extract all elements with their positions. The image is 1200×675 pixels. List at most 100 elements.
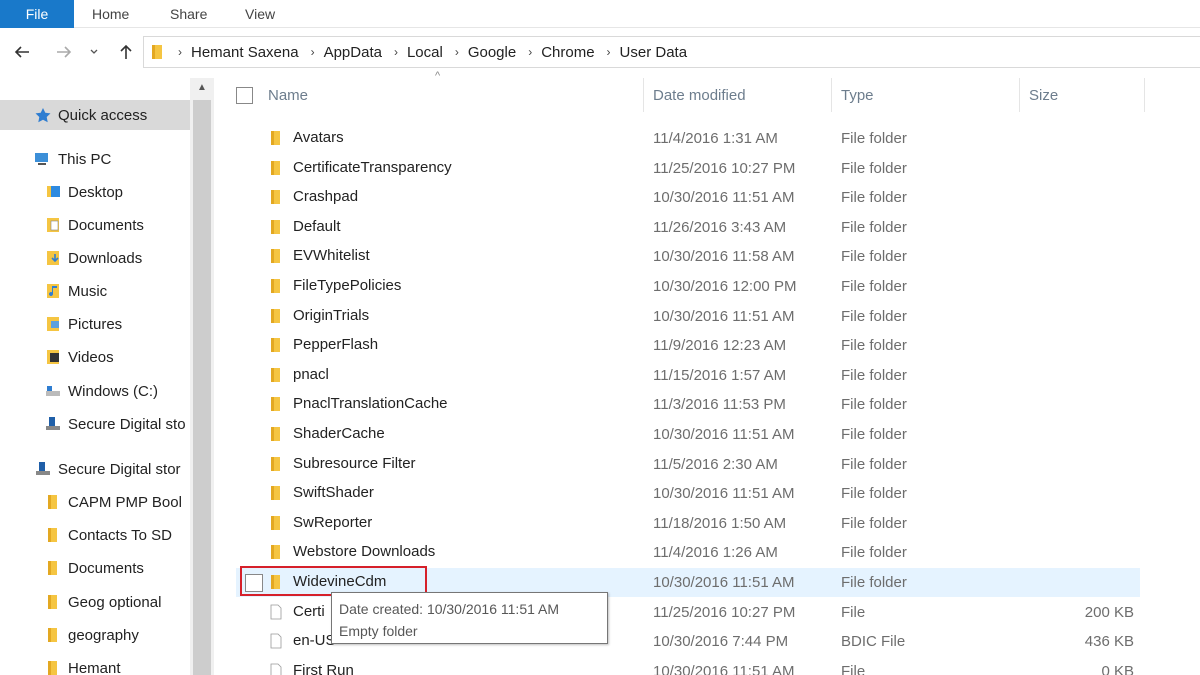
folder-icon (271, 486, 280, 501)
folder-icon (271, 190, 280, 205)
folder-icon (48, 561, 57, 575)
nav-videos[interactable]: Videos (0, 342, 190, 372)
file-row[interactable]: CertificateTransparency 11/25/2016 10:27 … (236, 154, 1140, 183)
nav-desktop[interactable]: Desktop (0, 177, 190, 207)
nav-quick-access[interactable]: Quick access (0, 100, 190, 130)
videos-icon (47, 350, 59, 364)
nav-label: Downloads (68, 249, 143, 267)
desktop-icon (47, 186, 60, 197)
folder-icon (271, 279, 280, 293)
file-row[interactable]: ShaderCache 10/30/2016 11:51 AM File folde… (236, 420, 1140, 449)
up-arrow-icon[interactable] (114, 38, 138, 66)
file-type: File (841, 603, 866, 621)
row-checkbox[interactable] (245, 574, 263, 592)
nav-music[interactable]: Music (0, 276, 190, 306)
file-row[interactable]: pnacl 11/15/2016 1:57 AM File folder (236, 361, 1140, 390)
file-type: File folder (841, 189, 907, 207)
file-date: 11/3/2016 11:53 PM (653, 396, 786, 414)
nav-windows-drive[interactable]: Windows (C:) (0, 376, 190, 406)
nav-secure-digital[interactable]: Secure Digital stor (0, 454, 190, 484)
folder-icon (271, 219, 280, 234)
scrollbar-thumb[interactable] (193, 100, 211, 675)
column-header: Name Date modified Type Size (214, 78, 1200, 114)
folder-icon (271, 515, 280, 530)
file-row[interactable]: Webstore Downloads 11/4/2016 1:26 AM File … (236, 538, 1140, 567)
file-name: FileTypePolicies (293, 277, 402, 294)
breadcrumb-item[interactable]: AppData (324, 44, 382, 61)
nav-folder-geography[interactable]: geography (0, 620, 190, 650)
column-size[interactable]: Size (1029, 87, 1058, 104)
column-divider (643, 78, 644, 112)
tab-home[interactable]: Home (92, 0, 129, 28)
file-row[interactable]: Crashpad 10/30/2016 11:51 AM File folder (236, 183, 1140, 212)
select-all-checkbox[interactable] (236, 87, 253, 104)
nav-this-pc[interactable]: This PC (0, 144, 190, 174)
file-row[interactable]: FileTypePolicies 10/30/2016 12:00 PM File … (236, 272, 1140, 301)
tab-file[interactable]: File (0, 0, 74, 28)
column-type[interactable]: Type (841, 87, 874, 104)
breadcrumb-item[interactable]: User Data (620, 44, 688, 61)
nav-downloads[interactable]: Downloads (0, 243, 190, 273)
nav-folder-geog[interactable]: Geog optional (0, 587, 190, 617)
file-row[interactable]: EVWhitelist 10/30/2016 11:58 AM File folde… (236, 242, 1140, 271)
nav-secure-digital-sub[interactable]: Secure Digital sto (0, 409, 190, 439)
file-icon (270, 604, 282, 619)
file-row[interactable]: SwReporter 11/18/2016 1:50 AM File folder (236, 509, 1140, 538)
file-row[interactable]: Avatars 11/4/2016 1:31 AM File folder (236, 124, 1140, 153)
navigation-bar: › Hemant Saxena › AppData › Local › Google › Chro… (0, 34, 1200, 70)
nav-pictures[interactable]: Pictures (0, 309, 190, 339)
back-arrow-icon[interactable] (10, 38, 34, 66)
recent-locations-chevron-icon[interactable] (86, 38, 102, 66)
nav-label: Contacts To SD (68, 526, 172, 544)
tooltip-date-created: Date created: 10/30/2016 11:51 AM (339, 601, 560, 617)
column-date-modified[interactable]: Date modified (653, 87, 746, 104)
nav-label: Music (68, 282, 108, 300)
breadcrumb-separator-icon[interactable]: › (311, 45, 315, 59)
file-row[interactable]: First Run 10/30/2016 11:51 AM File 0 KB (236, 657, 1140, 675)
address-bar[interactable]: › Hemant Saxena › AppData › Local › Google › Chro… (143, 36, 1200, 68)
breadcrumb-separator-icon[interactable]: › (394, 45, 398, 59)
file-date: 10/30/2016 11:51 AM (653, 662, 795, 675)
file-row[interactable]: Subresource Filter 11/5/2016 2:30 AM File … (236, 450, 1140, 479)
breadcrumb-separator-icon[interactable]: › (528, 45, 532, 59)
nav-folder-documents[interactable]: Documents (0, 553, 190, 583)
breadcrumb-separator-icon[interactable]: › (178, 45, 182, 59)
breadcrumb-item[interactable]: Google (468, 44, 516, 61)
breadcrumb: › Hemant Saxena › AppData › Local › Google › Chro… (166, 44, 687, 61)
tab-view[interactable]: View (245, 0, 275, 28)
file-icon (270, 663, 282, 675)
file-name: pnacl (293, 365, 329, 383)
file-row[interactable]: SwiftShader 10/30/2016 11:51 AM File folde… (236, 479, 1140, 508)
nav-folder-hemant[interactable]: Hemant (0, 653, 190, 675)
nav-documents[interactable]: Documents (0, 210, 190, 240)
breadcrumb-separator-icon[interactable]: › (607, 45, 611, 59)
file-date: 11/25/2016 10:27 PM (653, 603, 796, 621)
folder-icon (271, 575, 280, 589)
nav-label: Secure Digital sto (68, 415, 186, 433)
forward-arrow-icon[interactable] (52, 38, 76, 66)
tab-share[interactable]: Share (170, 0, 207, 28)
nav-folder-capm[interactable]: CAPM PMP Bool (0, 487, 190, 517)
file-row[interactable]: PnaclTranslationCache 11/3/2016 11:53 PM F… (236, 390, 1140, 419)
file-type: File folder (841, 248, 907, 266)
file-date: 11/4/2016 1:31 AM (653, 130, 778, 147)
file-type: File folder (841, 426, 907, 443)
breadcrumb-item[interactable]: Hemant Saxena (191, 44, 299, 61)
breadcrumb-item[interactable]: Chrome (541, 44, 594, 61)
file-row[interactable]: OriginTrials 10/30/2016 11:51 AM File fold… (236, 302, 1140, 331)
nav-label: Pictures (68, 315, 123, 333)
nav-folder-contacts[interactable]: Contacts To SD (0, 520, 190, 550)
column-name[interactable]: Name (268, 87, 308, 104)
file-row[interactable]: PepperFlash 11/9/2016 12:23 AM File folder (236, 331, 1140, 360)
file-date: 10/30/2016 11:51 AM (653, 485, 795, 503)
usb-drive-icon (46, 417, 60, 430)
nav-label: Quick access (58, 106, 148, 124)
scroll-up-arrow-icon[interactable]: ▲ (190, 78, 214, 98)
file-name: en-US (293, 632, 336, 650)
breadcrumb-item[interactable]: Local (407, 44, 443, 61)
file-name: Webstore Downloads (293, 543, 436, 561)
nav-label: Videos (68, 348, 114, 366)
breadcrumb-separator-icon[interactable]: › (455, 45, 459, 59)
file-row[interactable]: Default 11/26/2016 3:43 AM File folder (236, 213, 1140, 242)
nav-scrollbar[interactable]: ▲ (190, 78, 214, 675)
